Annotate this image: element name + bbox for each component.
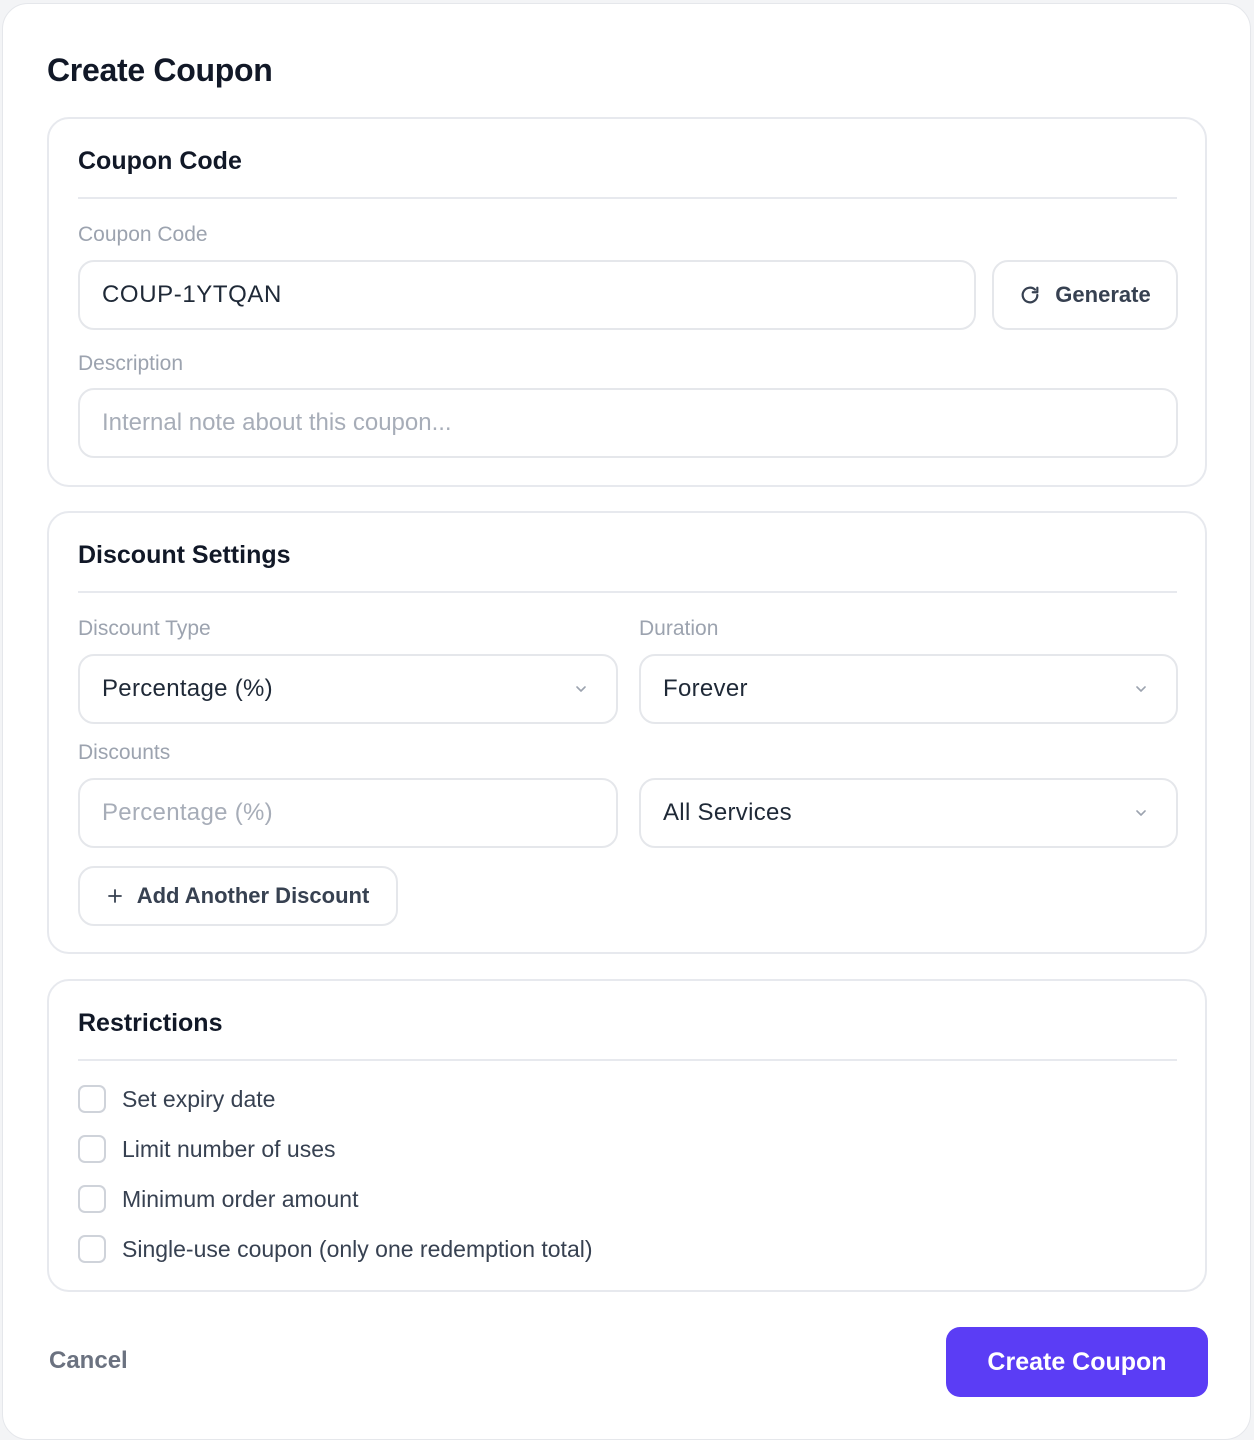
plus-icon xyxy=(107,888,123,904)
discount-amount-input[interactable]: Percentage (%) xyxy=(78,778,618,848)
restriction-label: Limit number of uses xyxy=(122,1135,336,1162)
section-divider xyxy=(78,1059,1177,1061)
section-divider xyxy=(78,591,1177,593)
single-use-checkbox[interactable] xyxy=(78,1235,106,1263)
discount-scope-value: All Services xyxy=(663,799,792,826)
restriction-option[interactable]: Limit number of uses xyxy=(78,1135,335,1163)
discount-scope-select[interactable]: All Services xyxy=(639,778,1178,848)
add-another-discount-label: Add Another Discount xyxy=(136,883,370,908)
section-divider xyxy=(78,197,1177,199)
create-coupon-modal: Create Coupon Coupon Code Coupon Code CO… xyxy=(2,3,1251,1440)
modal-title: Create Coupon xyxy=(47,52,273,88)
restrictions-section-title: Restrictions xyxy=(78,1009,223,1037)
chevron-down-icon xyxy=(576,686,586,692)
duration-label: Duration xyxy=(639,617,719,640)
coupon-code-card: Coupon Code Coupon Code COUP-1YTQAN Gene… xyxy=(47,117,1207,487)
generate-label: Generate xyxy=(1055,282,1151,307)
duration-value: Forever xyxy=(663,675,748,702)
duration-select[interactable]: Forever xyxy=(639,654,1178,724)
description-placeholder: Internal note about this coupon... xyxy=(102,409,452,436)
cancel-button[interactable]: Cancel xyxy=(49,1347,128,1375)
discount-type-label: Discount Type xyxy=(78,617,211,640)
coupon-code-value: COUP-1YTQAN xyxy=(102,281,282,308)
restriction-option[interactable]: Single-use coupon (only one redemption t… xyxy=(78,1235,593,1263)
chevron-down-icon xyxy=(1136,686,1146,692)
restriction-option[interactable]: Minimum order amount xyxy=(78,1185,358,1213)
description-input[interactable]: Internal note about this coupon... xyxy=(78,388,1178,458)
refresh-icon xyxy=(1019,284,1041,306)
discount-settings-card: Discount Settings Discount Type Percenta… xyxy=(47,511,1207,954)
description-label: Description xyxy=(78,352,184,375)
discount-type-value: Percentage (%) xyxy=(102,675,273,702)
create-coupon-button[interactable]: Create Coupon xyxy=(946,1327,1208,1397)
add-another-discount-button[interactable]: Add Another Discount xyxy=(78,866,398,926)
restrictions-card: Restrictions Set expiry date Limit numbe… xyxy=(47,979,1207,1292)
coupon-code-section-title: Coupon Code xyxy=(78,147,242,175)
coupon-code-label: Coupon Code xyxy=(78,223,208,246)
discount-amount-placeholder: Percentage (%) xyxy=(102,799,273,826)
discount-settings-section-title: Discount Settings xyxy=(78,541,291,569)
limit-uses-checkbox[interactable] xyxy=(78,1135,106,1163)
restriction-label: Single-use coupon (only one redemption t… xyxy=(122,1235,593,1262)
restriction-label: Set expiry date xyxy=(122,1085,276,1112)
minimum-order-checkbox[interactable] xyxy=(78,1185,106,1213)
coupon-code-input[interactable]: COUP-1YTQAN xyxy=(78,260,976,330)
restriction-option[interactable]: Set expiry date xyxy=(78,1085,275,1113)
chevron-down-icon xyxy=(1136,810,1146,816)
discount-type-select[interactable]: Percentage (%) xyxy=(78,654,618,724)
generate-button[interactable]: Generate xyxy=(992,260,1178,330)
discounts-label: Discounts xyxy=(78,741,171,764)
expiry-date-checkbox[interactable] xyxy=(78,1085,106,1113)
restriction-label: Minimum order amount xyxy=(122,1185,359,1212)
